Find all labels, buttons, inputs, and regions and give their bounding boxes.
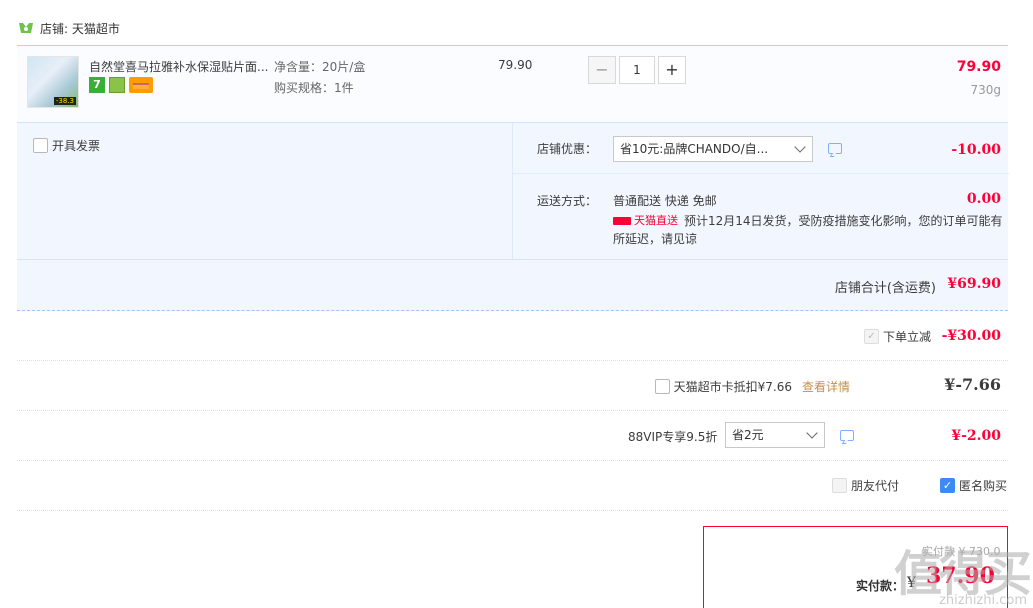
order-discount-option: ✓ 下单立减 [863,328,931,345]
service-icons: 7 [89,77,153,93]
anonymous-option[interactable]: ✓ 匿名购买 [940,477,1007,494]
order-discount-row: ✓ 下单立减 -¥30.00 [17,311,1008,361]
credit-card-icon[interactable] [129,77,153,93]
shipping-notice: 天猫直送 预计12月14日发货，受防疫措施变化影响，您的订单可能有所延迟，请见谅 [613,212,1003,246]
spec-net-content: 净含量：20片/盒 [274,60,366,74]
increase-button[interactable]: + [658,56,686,84]
quantity-input[interactable]: 1 [619,56,655,84]
shipping-label: 运送方式： [537,194,598,208]
green-badge-icon[interactable] [109,77,125,93]
shop-discount-select[interactable]: 省10元:品牌CHANDO/自... [613,136,813,162]
shop-icon [19,23,33,33]
friend-pay-checkbox[interactable] [832,478,847,493]
item-subtotal: 79.90 [956,59,1001,75]
shop-discount-amount: -10.00 [951,142,1001,158]
vip-label: 88VIP专享9.5折 [628,430,718,444]
shop-options: 店铺优惠： 省10元:品牌CHANDO/自... -10.00 运送方式： 普通… [512,123,1009,259]
vip-discount-select[interactable]: 省2元 [725,422,825,448]
spec-purchase: 购买规格：1件 [274,81,354,95]
anonymous-checkbox[interactable]: ✓ [940,478,955,493]
shop-total: 店铺合计(含运费) ¥69.90 [17,260,1008,311]
invoice-label: 开具发票 [52,139,101,153]
thumb-price-badge: -38.3 [53,97,76,105]
quantity-stepper: − 1 + [588,56,686,84]
shop-discount-label: 店铺优惠： [537,142,598,156]
view-details-link[interactable]: 查看详情 [802,378,850,395]
card-deduct-option: 天猫超市卡抵扣¥7.66 查看详情 [654,378,850,395]
chevron-down-icon [806,427,818,439]
order-discount-amount: -¥30.00 [941,328,1001,344]
pay-options-row: 朋友代付 ✓ 匿名购买 [17,461,1008,511]
cart-item: -38.3 自然堂喜马拉雅补水保湿贴片面... 7 净含量：20片/盒 购买规格… [17,45,1008,122]
invoice-checkbox[interactable] [33,138,48,153]
product-thumbnail[interactable]: -38.3 [27,56,79,108]
decrease-button[interactable]: − [588,56,616,84]
card-deduct-row: 天猫超市卡抵扣¥7.66 查看详情 ¥-7.66 [17,361,1008,411]
shop-total-amount: ¥69.90 [947,276,1001,292]
invoice-option[interactable]: 开具发票 [33,137,100,154]
card-deduct-checkbox[interactable] [654,379,670,394]
chevron-down-icon [794,141,806,153]
shop-name[interactable]: 店铺: 天猫超市 [40,20,120,37]
friend-pay-option[interactable]: 朋友代付 [832,477,899,494]
delivery-truck-icon [613,217,631,225]
unit-price: 79.90 [498,58,533,72]
vip-row: 88VIP专享9.5折 省2元 ¥-2.00 [17,411,1008,461]
watermark-url: zhizhizhi.com [939,593,1027,608]
card-deduct-amount: ¥-7.66 [944,375,1001,394]
divider [513,173,1009,174]
chat-icon[interactable] [828,143,842,154]
seven-day-return-icon[interactable]: 7 [89,77,105,93]
order-discount-checkbox: ✓ [863,329,879,344]
vip-amount: ¥-2.00 [951,428,1001,444]
product-title[interactable]: 自然堂喜马拉雅补水保湿贴片面... [89,58,269,75]
order-options-panel: 开具发票 店铺优惠： 省10元:品牌CHANDO/自... -10.00 运送方… [17,122,1009,260]
tmall-direct-tag: 天猫直送 [613,212,678,230]
shop-total-label: 店铺合计(含运费) [834,281,936,296]
shop-header: 店铺: 天猫超市 [18,18,120,38]
item-weight: 730g [970,83,1001,97]
shipping-method: 普通配送 快递 免邮 [613,194,717,208]
chat-icon[interactable] [840,430,854,441]
shipping-amount: 0.00 [966,191,1001,207]
